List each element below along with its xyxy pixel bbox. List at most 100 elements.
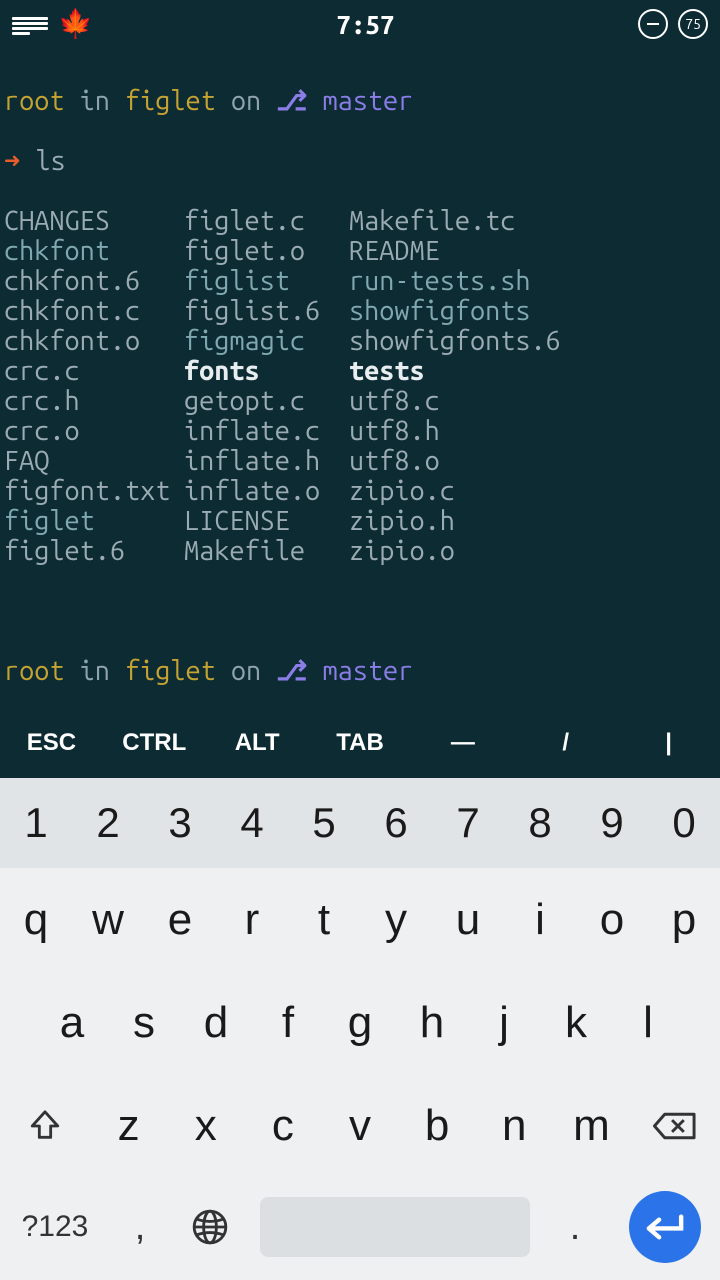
key-4[interactable]: 4 xyxy=(216,778,288,868)
letter-row-1: qwertyuiop xyxy=(0,868,720,971)
prompt-line: root in figlet on ⎇ master xyxy=(4,656,716,686)
ls-output: CHANGESchkfontchkfont.6chkfont.cchkfont.… xyxy=(4,206,716,566)
ls-entry: README xyxy=(349,236,561,266)
letter-row-3: zxcvbnm xyxy=(0,1074,720,1177)
ls-entry: figfont.txt xyxy=(4,476,184,506)
extra-key-/[interactable]: / xyxy=(514,729,617,757)
ls-entry: inflate.h xyxy=(184,446,349,476)
key-h[interactable]: h xyxy=(396,998,468,1048)
ls-entry: zipio.h xyxy=(349,506,561,536)
key-t[interactable]: t xyxy=(288,895,360,945)
ls-entry: chkfont.o xyxy=(4,326,184,356)
key-b[interactable]: b xyxy=(399,1101,476,1151)
ls-entry: fonts xyxy=(184,356,349,386)
key-7[interactable]: 7 xyxy=(432,778,504,868)
shift-key[interactable] xyxy=(0,1109,90,1143)
key-3[interactable]: 3 xyxy=(144,778,216,868)
extra-key-ctrl[interactable]: CTRL xyxy=(103,729,206,757)
command-line: ➜ ls xyxy=(4,146,716,176)
key-a[interactable]: a xyxy=(36,998,108,1048)
soft-keyboard: 1234567890 qwertyuiop asdfghjkl zxcvbnm … xyxy=(0,778,720,1280)
space-key[interactable] xyxy=(250,1197,540,1257)
ls-entry: crc.o xyxy=(4,416,184,446)
ls-entry: figlist.6 xyxy=(184,296,349,326)
key-w[interactable]: w xyxy=(72,895,144,945)
ls-entry: figlet.c xyxy=(184,206,349,236)
key-5[interactable]: 5 xyxy=(288,778,360,868)
ls-entry: figmagic xyxy=(184,326,349,356)
key-2[interactable]: 2 xyxy=(72,778,144,868)
key-x[interactable]: x xyxy=(167,1101,244,1151)
key-d[interactable]: d xyxy=(180,998,252,1048)
key-1[interactable]: 1 xyxy=(0,778,72,868)
enter-key[interactable] xyxy=(610,1191,720,1263)
key-m[interactable]: m xyxy=(553,1101,630,1151)
key-l[interactable]: l xyxy=(612,998,684,1048)
key-g[interactable]: g xyxy=(324,998,396,1048)
enter-icon xyxy=(643,1210,687,1244)
key-i[interactable]: i xyxy=(504,895,576,945)
leaf-icon: 🍁 xyxy=(58,10,93,38)
key-y[interactable]: y xyxy=(360,895,432,945)
ls-entry: FAQ xyxy=(4,446,184,476)
extra-key-|[interactable]: | xyxy=(617,729,720,757)
ls-entry: chkfont.c xyxy=(4,296,184,326)
key-u[interactable]: u xyxy=(432,895,504,945)
key-8[interactable]: 8 xyxy=(504,778,576,868)
extra-key-alt[interactable]: ALT xyxy=(206,729,309,757)
key-n[interactable]: n xyxy=(476,1101,553,1151)
ls-entry: zipio.o xyxy=(349,536,561,566)
dnd-icon xyxy=(638,9,668,39)
key-r[interactable]: r xyxy=(216,895,288,945)
keyboard-indicator-icon xyxy=(12,17,48,35)
key-f[interactable]: f xyxy=(252,998,324,1048)
period-key[interactable]: . xyxy=(540,1206,610,1249)
key-p[interactable]: p xyxy=(648,895,720,945)
key-z[interactable]: z xyxy=(90,1101,167,1151)
extra-key-—[interactable]: — xyxy=(411,729,514,757)
key-q[interactable]: q xyxy=(0,895,72,945)
symbols-key[interactable]: ?123 xyxy=(0,1210,110,1244)
clock: 7:57 xyxy=(336,10,394,39)
shift-icon xyxy=(28,1109,62,1143)
ls-entry: crc.c xyxy=(4,356,184,386)
key-9[interactable]: 9 xyxy=(576,778,648,868)
bottom-row: ?123 , . xyxy=(0,1177,720,1277)
ls-entry: figlet xyxy=(4,506,184,536)
key-o[interactable]: o xyxy=(576,895,648,945)
ls-entry: figlet.o xyxy=(184,236,349,266)
ls-entry: zipio.c xyxy=(349,476,561,506)
key-j[interactable]: j xyxy=(468,998,540,1048)
key-c[interactable]: c xyxy=(244,1101,321,1151)
git-branch-icon: ⎇ xyxy=(276,656,307,686)
number-row: 1234567890 xyxy=(0,778,720,868)
prompt-arrow-icon: ➜ xyxy=(4,146,20,176)
key-v[interactable]: v xyxy=(321,1101,398,1151)
ls-entry: showfigfonts xyxy=(349,296,561,326)
backspace-key[interactable] xyxy=(630,1109,720,1143)
prompt-line: root in figlet on ⎇ master xyxy=(4,86,716,116)
ls-entry: chkfont xyxy=(4,236,184,266)
ls-entry: tests xyxy=(349,356,561,386)
key-6[interactable]: 6 xyxy=(360,778,432,868)
ls-entry: utf8.c xyxy=(349,386,561,416)
battery-icon: 75 xyxy=(678,9,708,39)
key-e[interactable]: e xyxy=(144,895,216,945)
ls-entry: inflate.o xyxy=(184,476,349,506)
backspace-icon xyxy=(653,1109,697,1143)
language-key[interactable] xyxy=(170,1208,250,1246)
ls-entry: showfigfonts.6 xyxy=(349,326,561,356)
ls-entry: utf8.o xyxy=(349,446,561,476)
ls-entry: LICENSE xyxy=(184,506,349,536)
extra-key-tab[interactable]: TAB xyxy=(309,729,412,757)
extra-key-esc[interactable]: ESC xyxy=(0,729,103,757)
key-s[interactable]: s xyxy=(108,998,180,1048)
status-bar: 🍁 7:57 75 xyxy=(0,0,720,48)
key-k[interactable]: k xyxy=(540,998,612,1048)
key-0[interactable]: 0 xyxy=(648,778,720,868)
globe-icon xyxy=(191,1208,229,1246)
ls-entry: CHANGES xyxy=(4,206,184,236)
ls-entry: Makefile.tc xyxy=(349,206,561,236)
comma-key[interactable]: , xyxy=(110,1206,170,1249)
ls-entry: crc.h xyxy=(4,386,184,416)
